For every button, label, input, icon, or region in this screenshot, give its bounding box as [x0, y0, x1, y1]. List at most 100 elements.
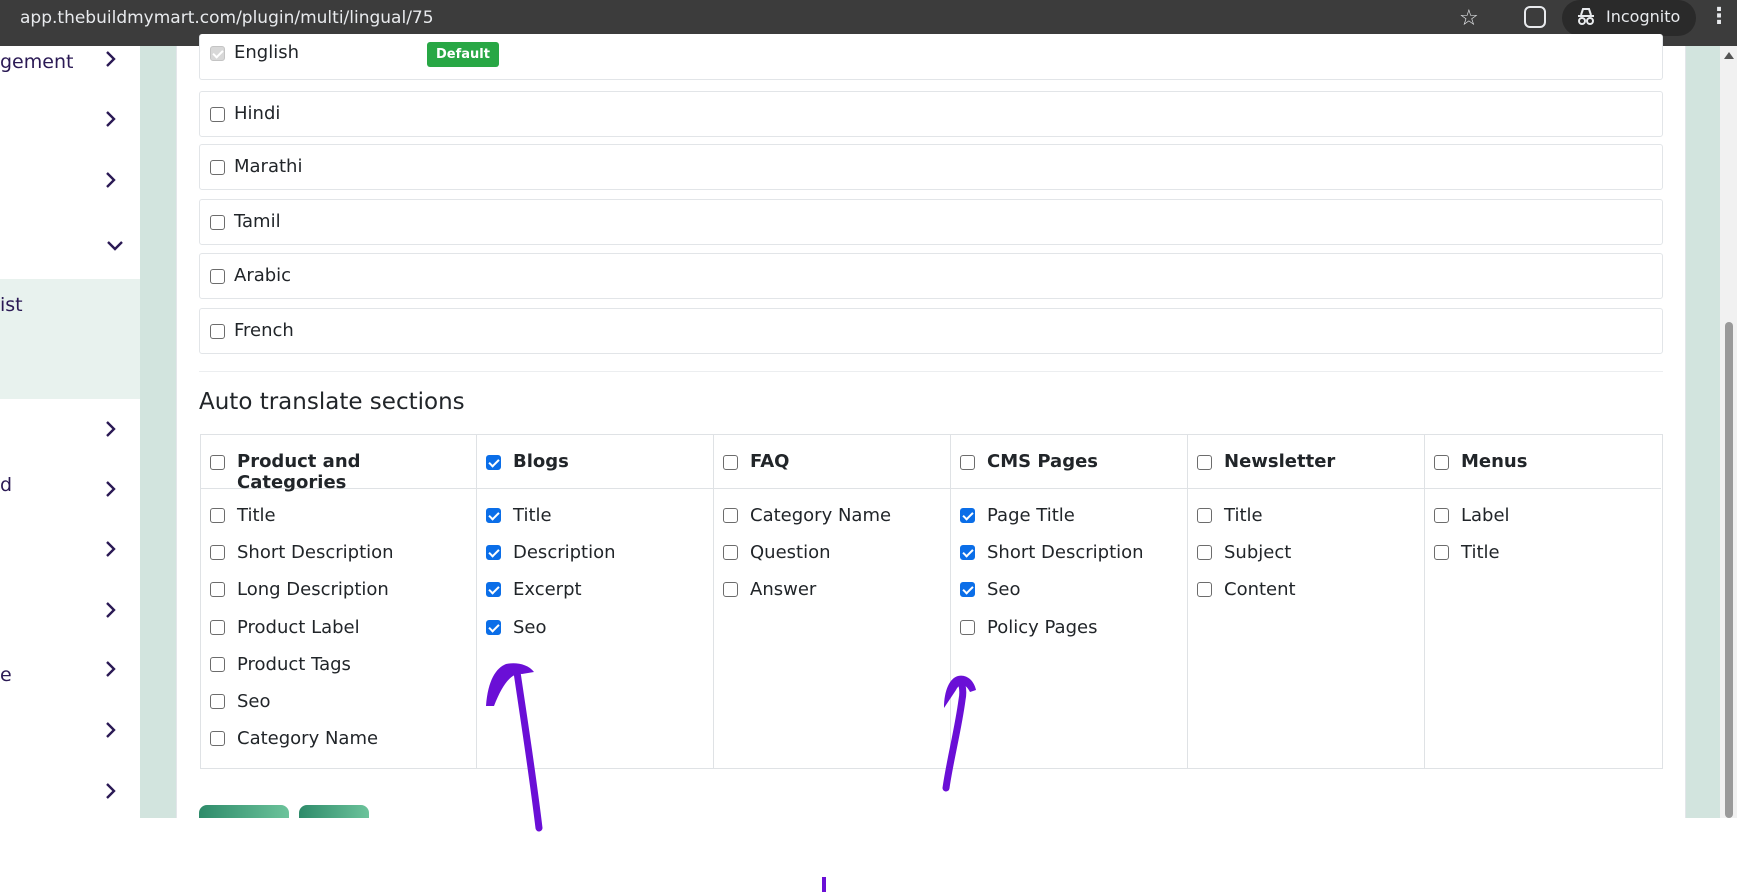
option-checkbox[interactable] — [486, 619, 501, 635]
incognito-icon — [1578, 8, 1594, 25]
option-label: Subject — [1224, 542, 1292, 564]
option-checkbox[interactable] — [210, 508, 225, 523]
section-checkbox[interactable] — [960, 455, 975, 470]
section-option[interactable]: Seo — [951, 575, 1187, 605]
section-option[interactable]: Product Label — [201, 613, 476, 643]
option-checkbox[interactable] — [486, 545, 501, 561]
option-label: Label — [1461, 505, 1510, 526]
section-option[interactable]: Product Tags — [201, 650, 476, 680]
section-header[interactable]: Menus — [1425, 435, 1661, 489]
option-checkbox[interactable] — [960, 582, 975, 598]
option-checkbox[interactable] — [210, 582, 225, 598]
section-option[interactable]: Excerpt — [477, 575, 713, 605]
chevron-down-icon[interactable] — [106, 237, 124, 255]
option-checkbox[interactable] — [960, 545, 975, 561]
section-heading: FAQ — [750, 451, 790, 472]
section-option[interactable]: Title — [1188, 501, 1424, 531]
section-checkbox[interactable] — [486, 455, 501, 470]
language-checkbox[interactable] — [210, 215, 225, 230]
sidebar-item-label[interactable]: gement — [0, 51, 73, 73]
chevron-right-icon[interactable] — [102, 171, 120, 189]
section-checkbox[interactable] — [1197, 455, 1212, 470]
section-option[interactable]: Seo — [477, 613, 713, 643]
section-option[interactable]: Title — [1425, 538, 1661, 568]
option-checkbox[interactable] — [210, 731, 225, 747]
section-option[interactable]: Title — [477, 501, 713, 531]
chevron-right-icon[interactable] — [102, 782, 120, 800]
option-checkbox[interactable] — [723, 582, 738, 598]
section-option[interactable]: Answer — [714, 575, 950, 605]
option-checkbox[interactable] — [960, 619, 975, 635]
option-checkbox[interactable] — [1197, 545, 1212, 561]
sidebar-item-label[interactable]: d — [0, 474, 12, 496]
option-checkbox[interactable] — [1434, 545, 1449, 561]
chevron-right-icon[interactable] — [102, 480, 120, 498]
language-checkbox[interactable] — [210, 107, 225, 122]
section-checkbox[interactable] — [723, 455, 738, 470]
section-header[interactable]: FAQ — [714, 435, 950, 489]
section-option[interactable]: Seo — [201, 687, 476, 717]
language-row[interactable]: English Default — [199, 34, 1663, 80]
option-label: Policy Pages — [987, 616, 1098, 638]
section-checkbox[interactable] — [210, 455, 225, 470]
incognito-indicator[interactable]: Incognito — [1562, 0, 1697, 36]
section-option[interactable]: Label — [1425, 501, 1661, 531]
bookmark-star-icon[interactable]: ☆ — [1459, 6, 1479, 31]
chevron-right-icon[interactable] — [102, 540, 120, 558]
language-row[interactable]: Hindi — [199, 91, 1663, 137]
section-header[interactable]: Blogs — [477, 435, 713, 489]
option-checkbox[interactable] — [960, 508, 975, 523]
section-option[interactable]: Long Description — [201, 575, 476, 605]
section-option[interactable]: Page Title — [951, 501, 1187, 531]
section-option[interactable]: Short Description — [201, 538, 476, 568]
option-checkbox[interactable] — [210, 694, 225, 709]
address-bar[interactable]: app.thebuildmymart.com/plugin/multi/ling… — [20, 8, 434, 28]
browser-menu-icon[interactable]: ⋮ — [1708, 4, 1730, 29]
language-row[interactable]: Marathi — [199, 144, 1663, 190]
sidebar-item-label[interactable]: e — [0, 664, 12, 686]
section-option[interactable]: Policy Pages — [951, 613, 1187, 643]
scroll-up-arrow-icon[interactable] — [1724, 52, 1734, 59]
chevron-right-icon[interactable] — [102, 110, 120, 128]
language-row[interactable]: Arabic — [199, 253, 1663, 299]
option-checkbox[interactable] — [723, 545, 738, 561]
chevron-right-icon[interactable] — [102, 660, 120, 678]
option-checkbox[interactable] — [210, 619, 225, 635]
section-option[interactable]: Category Name — [201, 724, 476, 754]
section-checkbox[interactable] — [1434, 455, 1449, 470]
option-label: Question — [750, 542, 831, 564]
section-header[interactable]: CMS Pages — [951, 435, 1187, 489]
scrollbar-thumb[interactable] — [1725, 322, 1733, 818]
language-row[interactable]: French — [199, 308, 1663, 354]
section-option[interactable]: Category Name — [714, 501, 950, 531]
chevron-right-icon[interactable] — [102, 721, 120, 739]
language-checkbox[interactable] — [210, 269, 225, 284]
option-checkbox[interactable] — [1434, 508, 1449, 523]
section-option[interactable]: Short Description — [951, 538, 1187, 568]
section-heading: Blogs — [513, 451, 569, 472]
option-checkbox[interactable] — [1197, 508, 1212, 523]
option-label: Short Description — [237, 542, 394, 564]
language-row[interactable]: Tamil — [199, 199, 1663, 245]
option-checkbox[interactable] — [486, 582, 501, 598]
section-option[interactable]: Subject — [1188, 538, 1424, 568]
section-option[interactable]: Content — [1188, 575, 1424, 605]
chevron-right-icon[interactable] — [102, 420, 120, 438]
sidebar-item-label[interactable]: ist — [0, 294, 23, 316]
language-checkbox[interactable] — [210, 324, 225, 339]
chevron-right-icon[interactable] — [102, 50, 120, 68]
option-checkbox[interactable] — [210, 656, 225, 672]
section-header[interactable]: Newsletter — [1188, 435, 1424, 489]
option-checkbox[interactable] — [486, 508, 501, 523]
option-checkbox[interactable] — [210, 545, 225, 561]
language-checkbox[interactable] — [210, 160, 225, 175]
chevron-right-icon[interactable] — [102, 601, 120, 619]
section-option[interactable]: Question — [714, 538, 950, 568]
section-option[interactable]: Title — [201, 501, 476, 531]
section-header[interactable]: Product and Categories — [201, 435, 476, 493]
option-label: Answer — [750, 579, 817, 601]
section-option[interactable]: Description — [477, 538, 713, 568]
option-checkbox[interactable] — [1197, 582, 1212, 598]
extension-icon[interactable] — [1524, 6, 1546, 28]
option-checkbox[interactable] — [723, 508, 738, 523]
